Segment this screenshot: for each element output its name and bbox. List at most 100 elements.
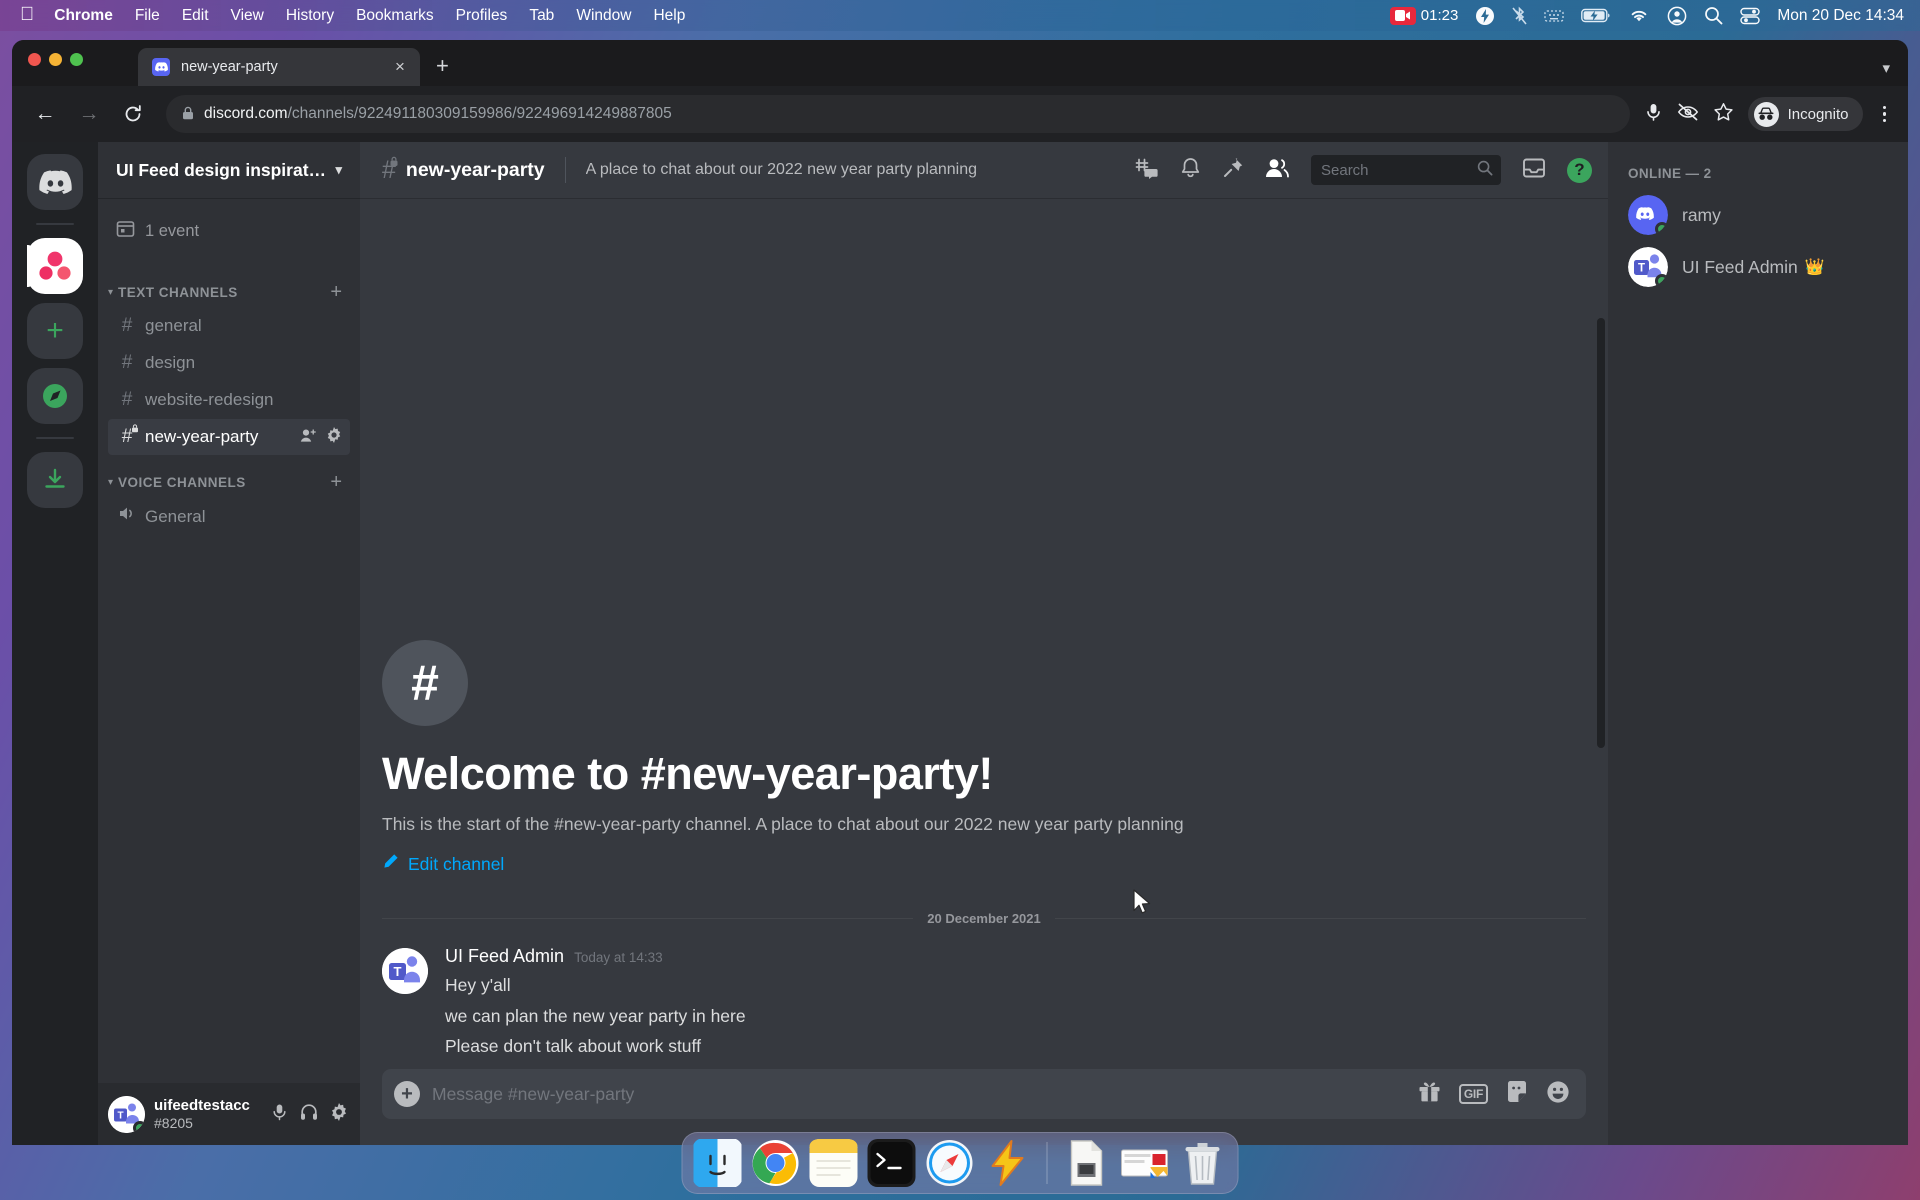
member-name-row: UI Feed Admin 👑 xyxy=(1682,257,1825,278)
search-icon xyxy=(1477,160,1493,181)
reload-icon[interactable] xyxy=(114,95,152,133)
terminal-icon[interactable] xyxy=(867,1138,917,1188)
sticker-icon[interactable] xyxy=(1506,1080,1528,1108)
message-composer[interactable]: + GIF xyxy=(382,1069,1586,1119)
screenshot-thumbnail-icon[interactable] xyxy=(1120,1138,1170,1188)
apple-logo-icon[interactable]:  xyxy=(20,5,34,24)
control-center-icon[interactable] xyxy=(1740,7,1761,25)
threads-icon[interactable] xyxy=(1135,157,1159,184)
menu-item-help[interactable]: Help xyxy=(653,7,685,25)
channel-website-redesign[interactable]: # website-redesign xyxy=(108,382,350,418)
wifi-icon[interactable] xyxy=(1628,8,1650,24)
message-input[interactable] xyxy=(432,1083,1406,1105)
upload-attachment-button[interactable]: + xyxy=(394,1081,420,1107)
member-list-icon[interactable] xyxy=(1265,158,1290,183)
battery-charging-icon[interactable] xyxy=(1581,8,1611,23)
back-arrow-icon[interactable]: ← xyxy=(26,95,64,133)
menu-item-bookmarks[interactable]: Bookmarks xyxy=(356,7,434,25)
add-server-button[interactable]: + xyxy=(27,303,83,359)
member-item-ramy[interactable]: ramy xyxy=(1618,189,1898,241)
server-events-button[interactable]: 1 event xyxy=(108,212,350,250)
browser-tab-new-year-party[interactable]: new-year-party × xyxy=(138,48,420,86)
headphones-icon[interactable] xyxy=(300,1103,318,1126)
screen-recording-indicator[interactable]: 01:23 xyxy=(1389,6,1458,25)
server-ui-feed-button[interactable] xyxy=(27,238,83,294)
create-invite-icon[interactable] xyxy=(300,428,317,447)
microphone-icon[interactable] xyxy=(271,1103,288,1126)
lightning-app-icon[interactable] xyxy=(983,1138,1033,1188)
finder-icon[interactable] xyxy=(693,1138,743,1188)
menu-item-history[interactable]: History xyxy=(286,7,334,25)
chevron-down-icon[interactable]: ▾ xyxy=(1882,59,1908,86)
message-timestamp: Today at 14:33 xyxy=(574,950,663,966)
keyboard-brightness-icon[interactable] xyxy=(1544,9,1564,23)
inbox-icon[interactable] xyxy=(1522,157,1546,184)
channel-general[interactable]: # general xyxy=(108,308,350,344)
address-bar[interactable]: discord.com/channels/922491180309159986/… xyxy=(166,95,1630,133)
menu-item-chrome[interactable]: Chrome xyxy=(54,7,113,25)
kebab-menu-icon[interactable] xyxy=(1877,105,1893,123)
discord-app: + UI Feed design inspiration ▾ 1 event ▾… xyxy=(12,142,1908,1145)
emoji-icon[interactable] xyxy=(1546,1080,1570,1109)
message-line: we can plan the new year party in here xyxy=(445,1005,746,1026)
channel-design[interactable]: # design xyxy=(108,345,350,381)
category-text-channels[interactable]: ▾ TEXT CHANNELS + xyxy=(98,266,360,307)
category-voice-channels[interactable]: ▾ VOICE CHANNELS + xyxy=(98,456,360,497)
forward-arrow-icon[interactable]: → xyxy=(70,95,108,133)
user-info[interactable]: uifeedtestacc #8205 xyxy=(154,1097,262,1130)
menu-item-edit[interactable]: Edit xyxy=(182,7,209,25)
user-settings-gear-icon[interactable] xyxy=(330,1102,348,1126)
channel-voice-general[interactable]: General xyxy=(108,498,350,535)
search-icon[interactable] xyxy=(1704,6,1723,25)
member-list-heading: ONLINE — 2 xyxy=(1628,166,1712,181)
home-discord-button[interactable] xyxy=(27,154,83,210)
help-icon[interactable]: ? xyxy=(1567,157,1592,183)
chrome-icon[interactable] xyxy=(751,1138,801,1188)
gif-icon[interactable]: GIF xyxy=(1458,1084,1488,1104)
eye-off-icon[interactable] xyxy=(1677,103,1699,126)
channel-new-year-party[interactable]: # new-year-party xyxy=(108,419,350,455)
menu-item-tab[interactable]: Tab xyxy=(529,7,554,25)
search-box[interactable] xyxy=(1311,155,1501,185)
category-label: TEXT CHANNELS xyxy=(118,284,238,300)
safari-icon[interactable] xyxy=(925,1138,975,1188)
close-window-button[interactable] xyxy=(28,53,41,66)
guild-header[interactable]: UI Feed design inspiration ▾ xyxy=(98,142,360,198)
member-item-ui-feed-admin[interactable]: T UI Feed Admin 👑 xyxy=(1618,241,1898,293)
bookmark-star-icon[interactable] xyxy=(1713,102,1734,127)
profile-incognito-button[interactable]: Incognito xyxy=(1747,97,1863,131)
menu-item-window[interactable]: Window xyxy=(576,7,631,25)
bluetooth-off-icon[interactable] xyxy=(1512,6,1527,26)
search-input[interactable] xyxy=(1321,161,1471,179)
message-item[interactable]: T UI Feed Admin Today at 14:33 Hey y'all xyxy=(360,944,1608,1069)
chevron-down-icon: ▾ xyxy=(335,162,342,177)
new-tab-button[interactable]: + xyxy=(436,53,449,79)
edit-channel-gear-icon[interactable] xyxy=(326,427,342,447)
avatar[interactable]: T xyxy=(382,948,428,995)
message-scrollbar[interactable] xyxy=(1597,318,1605,748)
trash-icon[interactable] xyxy=(1178,1138,1228,1188)
create-voice-channel-button[interactable]: + xyxy=(330,472,350,492)
download-apps-button[interactable] xyxy=(27,452,83,508)
maximize-window-button[interactable] xyxy=(70,53,83,66)
bolt-icon[interactable] xyxy=(1475,6,1495,26)
edit-channel-link[interactable]: Edit channel xyxy=(382,853,1586,875)
menu-item-profiles[interactable]: Profiles xyxy=(456,7,508,25)
page-title: new-year-party xyxy=(405,158,545,181)
menu-item-view[interactable]: View xyxy=(231,7,264,25)
account-icon[interactable] xyxy=(1667,6,1687,26)
microphone-icon[interactable] xyxy=(1644,102,1663,127)
minimize-window-button[interactable] xyxy=(49,53,62,66)
pinned-messages-icon[interactable] xyxy=(1222,157,1244,184)
menu-item-file[interactable]: File xyxy=(135,7,160,25)
gift-icon[interactable] xyxy=(1418,1080,1441,1108)
create-text-channel-button[interactable]: + xyxy=(330,282,350,302)
avatar[interactable]: T xyxy=(108,1095,145,1133)
notification-bell-icon[interactable] xyxy=(1180,157,1201,184)
document-icon[interactable] xyxy=(1062,1138,1112,1188)
notes-icon[interactable] xyxy=(809,1138,859,1188)
close-icon[interactable]: × xyxy=(390,57,410,77)
message-author[interactable]: UI Feed Admin xyxy=(445,946,564,967)
explore-servers-button[interactable] xyxy=(27,368,83,424)
menu-bar-clock[interactable]: Mon 20 Dec 14:34 xyxy=(1777,7,1904,25)
